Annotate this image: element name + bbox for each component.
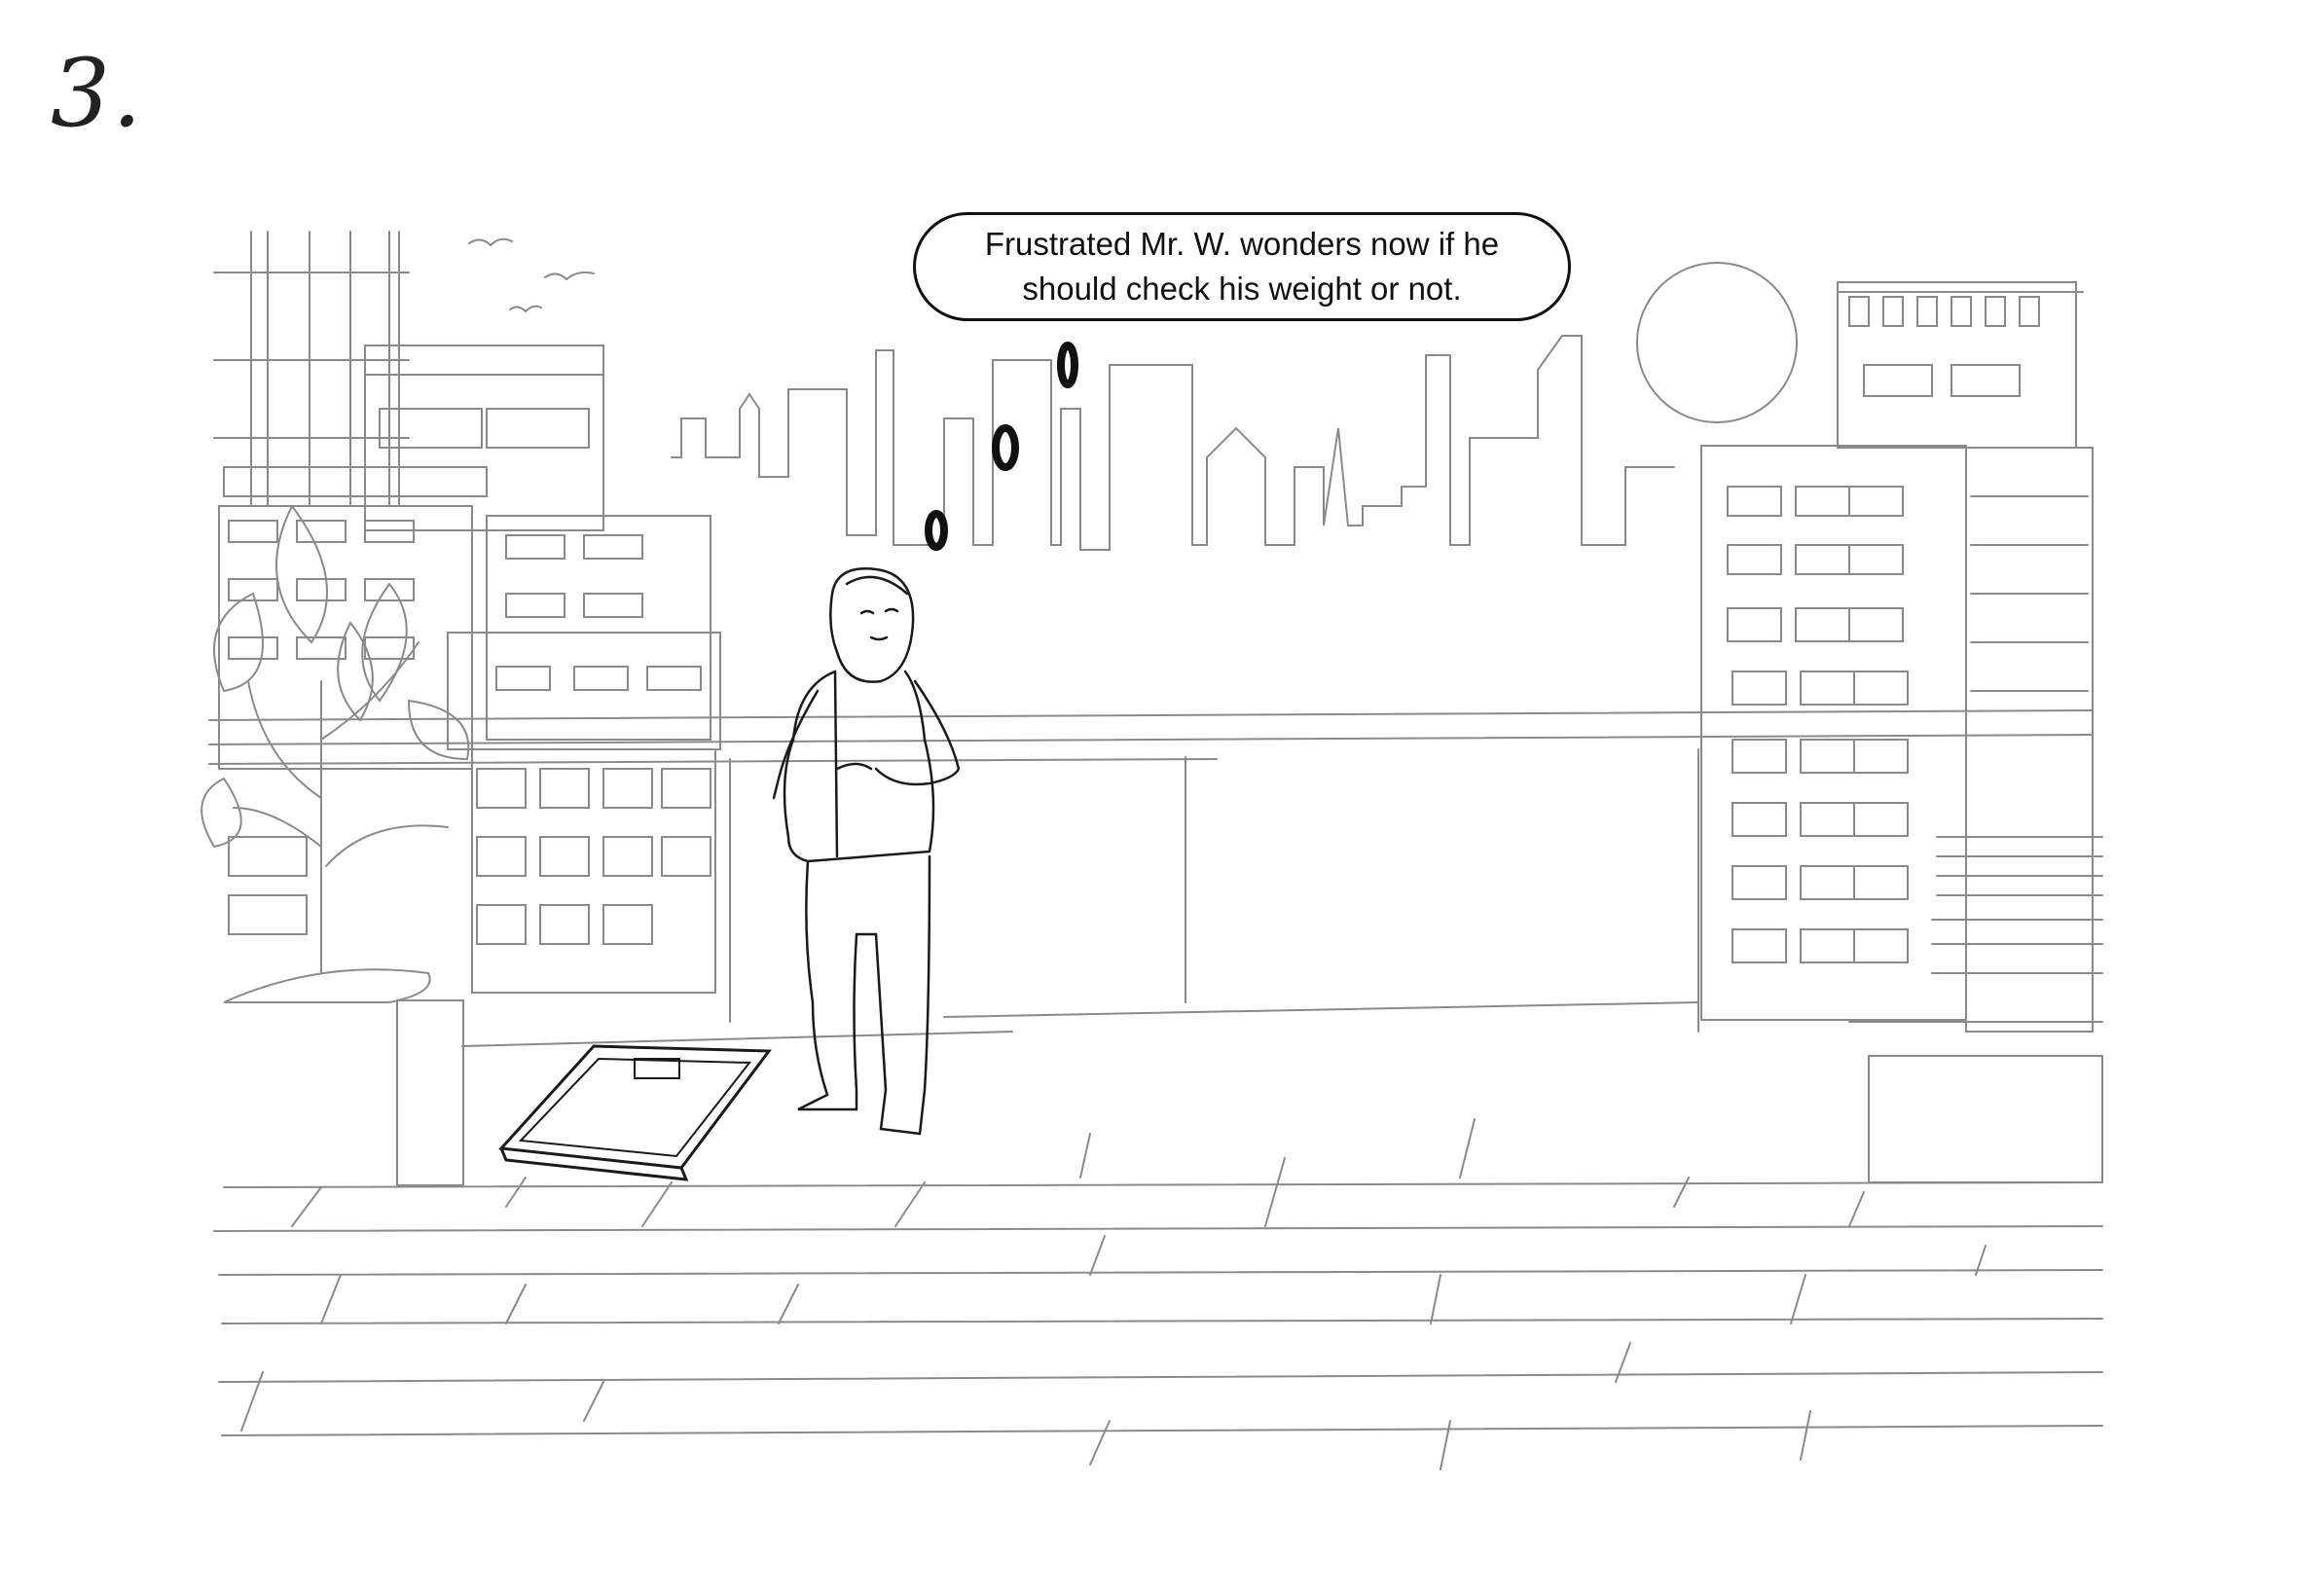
thought-bubbles — [925, 342, 1078, 551]
planter-with-fig-tree — [201, 504, 470, 1186]
left-apartment-blocks — [218, 505, 721, 994]
caption-text: Frustrated Mr. W. wonders now if he shou… — [984, 226, 1500, 307]
legs — [797, 854, 931, 1136]
distant-skyline — [671, 335, 1675, 551]
bird — [468, 237, 513, 247]
bird — [509, 305, 542, 313]
rooftop-floor-planks — [213, 1031, 2103, 1470]
rooftop-railing — [208, 709, 2094, 1033]
right-ledge-steps — [1848, 836, 2103, 1183]
mr-w-figure — [772, 567, 961, 1136]
left-arm — [772, 689, 820, 800]
torso — [783, 670, 935, 863]
head — [829, 567, 915, 683]
bathroom-scale — [497, 1044, 772, 1181]
sun — [1636, 262, 1798, 423]
caption-bubble: Frustrated Mr. W. wonders now if he shou… — [913, 212, 1571, 321]
bird — [544, 271, 595, 281]
panel-number: 3. — [51, 39, 144, 148]
